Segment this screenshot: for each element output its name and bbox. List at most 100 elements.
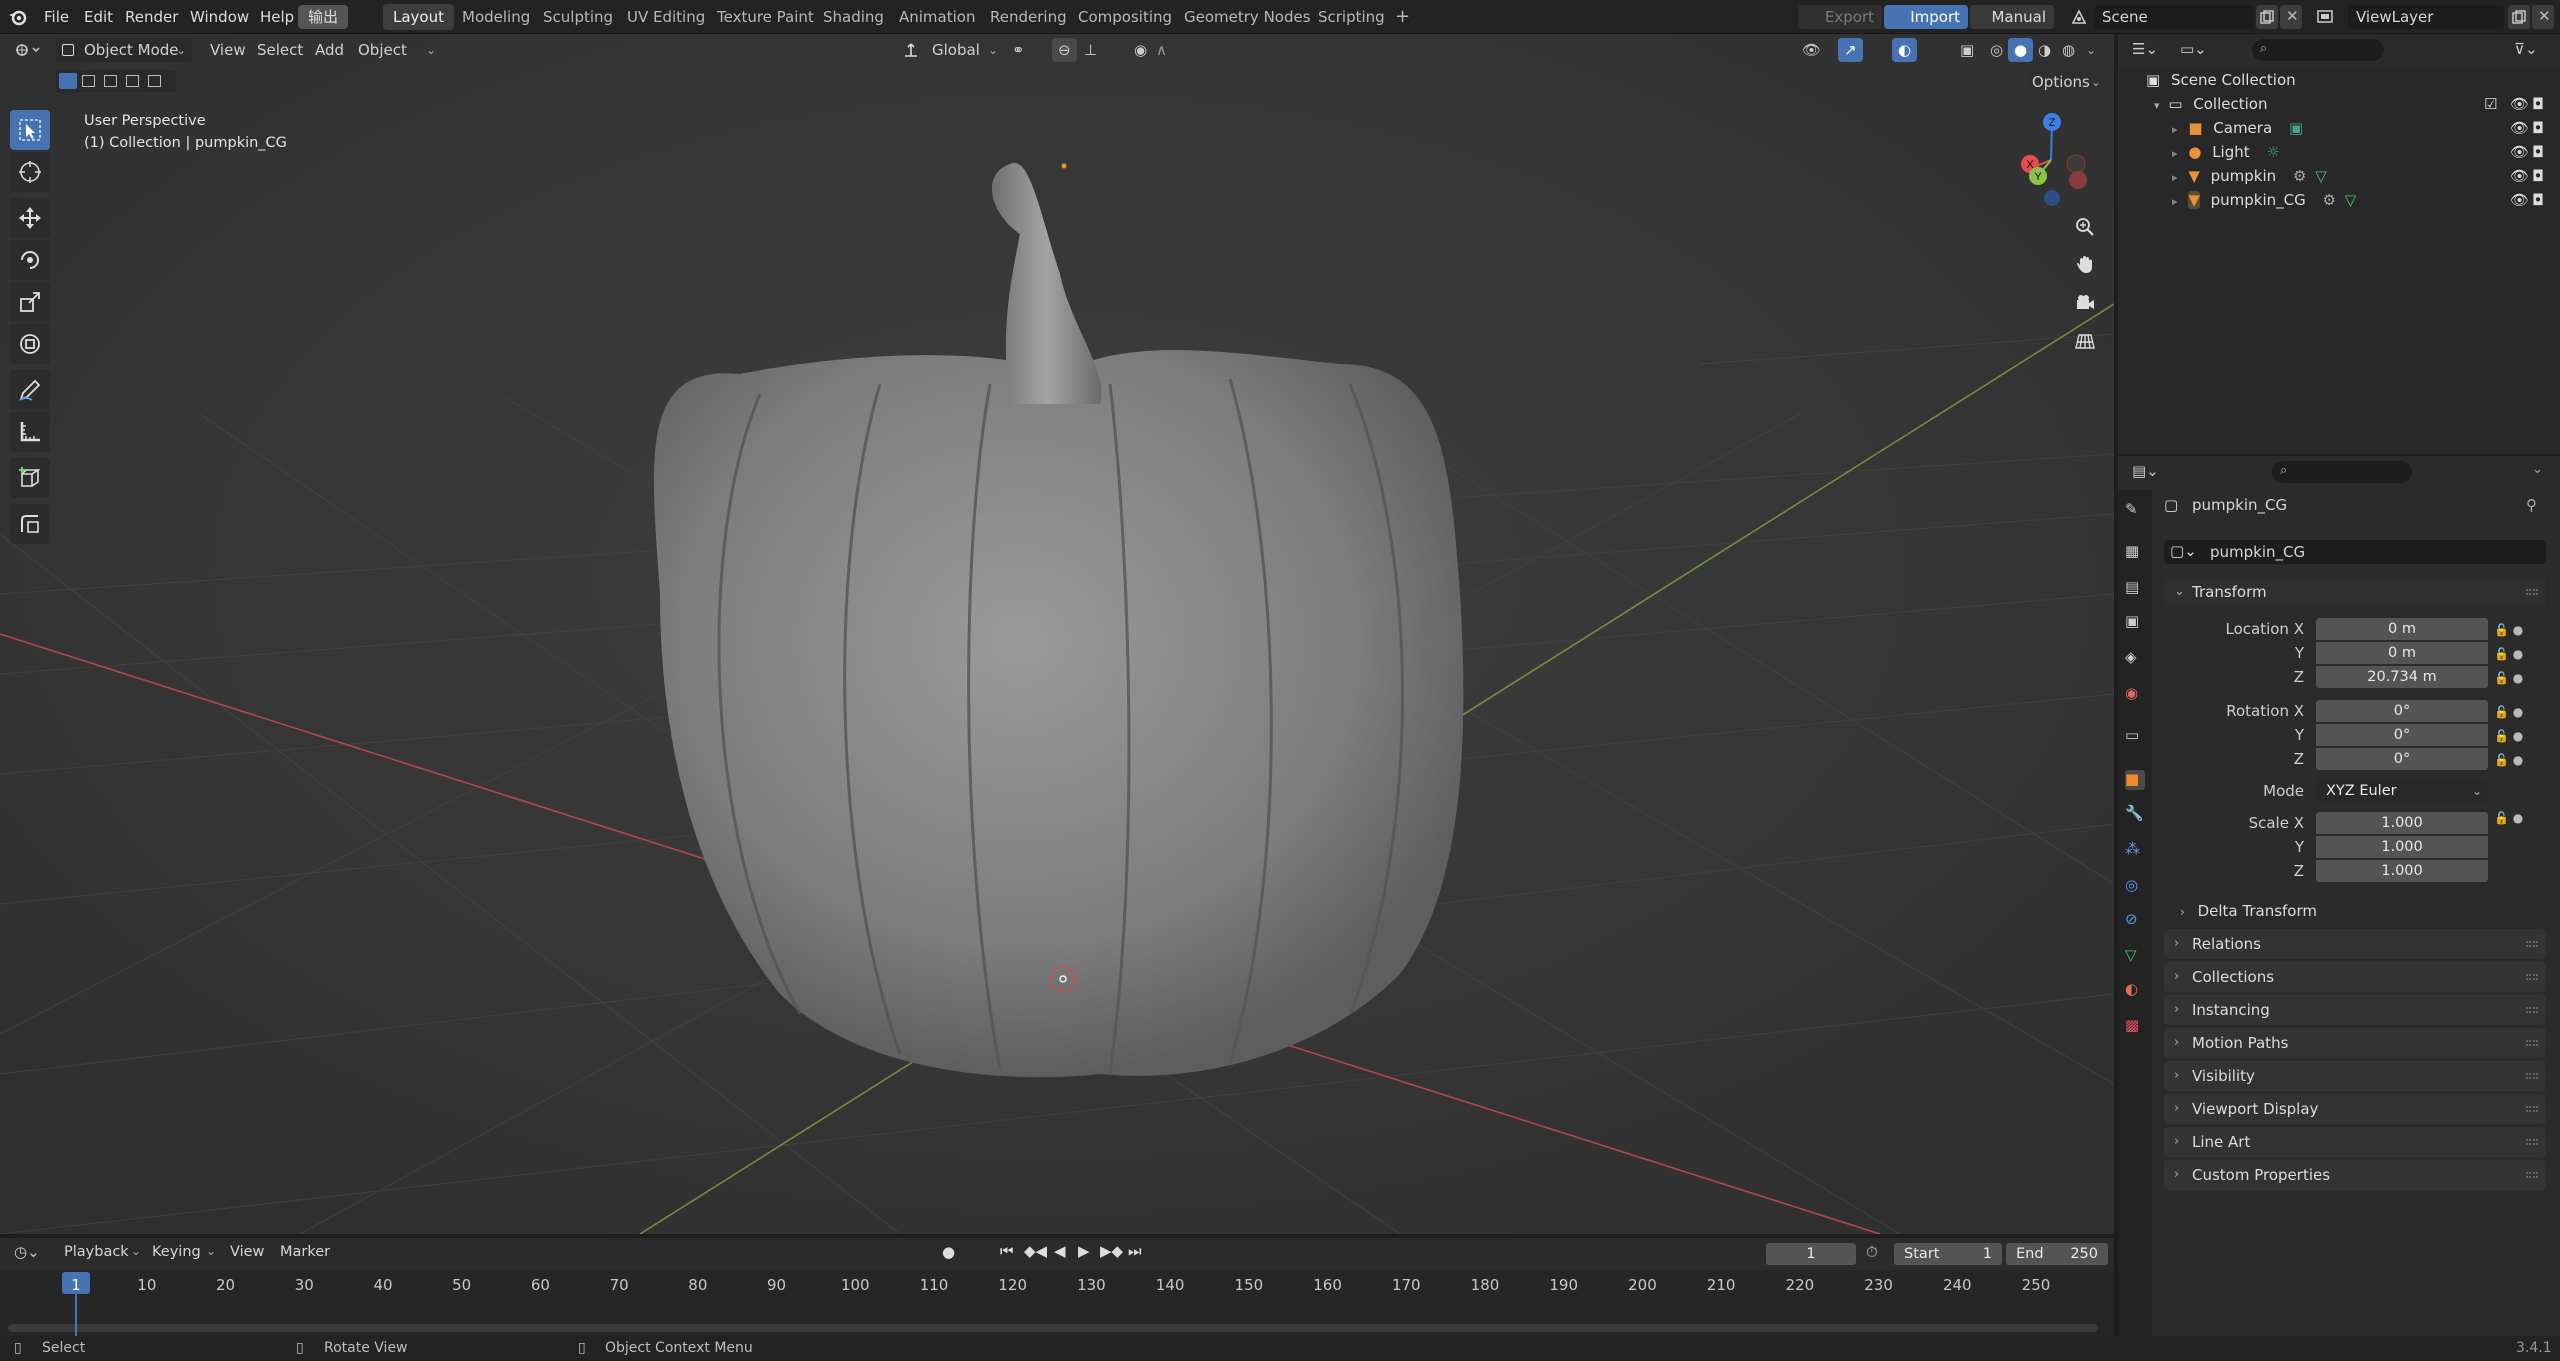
lock-icon[interactable]: 🔓 ● [2494, 748, 2534, 772]
tab-compositing[interactable]: Compositing [1068, 4, 1182, 30]
lock-icon[interactable]: 🔓 ● [2494, 618, 2534, 642]
lock-icon[interactable]: 🔓 ● [2494, 666, 2534, 690]
location-x-field[interactable]: 0 m [2316, 618, 2488, 640]
jump-end-icon[interactable]: ⏭ [1128, 1242, 1142, 1260]
location-z-field[interactable]: 20.734 m [2316, 666, 2488, 688]
menu-help[interactable]: Help [254, 5, 300, 29]
menu-window[interactable]: Window [184, 5, 255, 29]
view-layer-tab-icon[interactable]: ▣ [2125, 612, 2145, 632]
delta-transform-subpanel[interactable]: › Delta Transform [2180, 899, 2317, 923]
tab-rendering[interactable]: Rendering [980, 4, 1077, 30]
tab-sculpting[interactable]: Sculpting [533, 4, 623, 30]
particles-tab-icon[interactable]: ⁂ [2125, 840, 2145, 860]
outliner-editor-icon[interactable]: ☰⌄ [2132, 40, 2158, 58]
tab-texture-paint[interactable]: Texture Paint [707, 4, 824, 30]
physics-tab-icon[interactable]: ◎ [2125, 876, 2145, 896]
scene-tab-icon[interactable]: ◈ [2125, 648, 2145, 668]
jump-start-icon[interactable]: ⏮ [1000, 1242, 1014, 1260]
material-shading-icon[interactable]: ◑ [2032, 38, 2057, 62]
zoom-button[interactable] [2070, 212, 2100, 242]
select-extend-icon[interactable] [82, 75, 95, 87]
export-button[interactable]: Export [1798, 5, 1882, 29]
rotation-y-field[interactable]: 0° [2316, 724, 2488, 746]
editor-type-icon[interactable] [14, 42, 40, 58]
3d-viewport[interactable]: User Perspective (1) Collection | pumpki… [0, 34, 2114, 1234]
drag-handle-icon[interactable] [2526, 1073, 2538, 1079]
relations-panel-header[interactable]: › Relations [2164, 929, 2546, 959]
constraints-tab-icon[interactable]: ⊘ [2125, 910, 2145, 930]
drag-handle-icon[interactable] [2526, 589, 2538, 595]
select-box-tool[interactable] [10, 110, 50, 150]
delete-view-layer-button[interactable]: ✕ [2532, 5, 2554, 29]
drag-handle-icon[interactable] [2526, 1172, 2538, 1178]
selection-mode-group[interactable] [56, 70, 176, 92]
outliner-item-pumpkin[interactable]: ▸ ▼ pumpkin ⚙ ▽ 👁 ◘ [2172, 164, 2554, 188]
object-name-field[interactable]: ▢⌄ pumpkin_CG [2164, 540, 2546, 564]
drag-handle-icon[interactable] [2526, 1139, 2538, 1145]
scene-field[interactable]: Scene [2094, 5, 2254, 29]
eye-icon[interactable]: 👁 [2510, 188, 2529, 212]
chevron-down-icon[interactable]: ⌄ [2080, 38, 2102, 62]
output-tab-icon[interactable]: ▤ [2125, 578, 2145, 598]
outliner-collection[interactable]: ▾ ▭ Collection ☑ 👁 ◘ [2154, 92, 2554, 116]
blender-logo-icon[interactable] [8, 8, 28, 26]
tool-tab-icon[interactable]: ✎ [2125, 500, 2145, 520]
scale-tool[interactable] [10, 282, 50, 322]
new-view-layer-button[interactable] [2508, 5, 2530, 29]
select-subtract-icon[interactable] [104, 75, 117, 87]
snap-icon[interactable]: ⊖ [1052, 38, 1077, 62]
drag-handle-icon[interactable] [2526, 974, 2538, 980]
rotation-x-field[interactable]: 0° [2316, 700, 2488, 722]
view-layer-field[interactable]: ViewLayer [2348, 5, 2504, 29]
outliner-item-camera[interactable]: ▸ ■ Camera ▣ 👁 ◘ [2172, 116, 2554, 140]
visibility-icon[interactable]: 👁 [1796, 38, 1827, 62]
chevron-down-icon[interactable]: ⌄ [420, 38, 442, 62]
menu-object[interactable]: Object [352, 38, 413, 62]
menu-view[interactable]: View [204, 38, 252, 62]
play-icon[interactable]: ▶ [1078, 1242, 1090, 1260]
start-frame-field[interactable]: Start 1 [1894, 1243, 2002, 1265]
jump-keyframe-forward-icon[interactable]: ▶◆ [1100, 1242, 1123, 1260]
gizmo-toggle-icon[interactable]: ↗ [1838, 38, 1863, 62]
properties-editor-icon[interactable]: ▤⌄ [2132, 462, 2159, 480]
collection-tab-icon[interactable]: ▭ [2125, 726, 2145, 746]
data-tab-icon[interactable]: ▽ [2125, 946, 2145, 966]
eye-icon[interactable]: 👁 [2510, 116, 2529, 140]
menu-output[interactable]: 输出 [298, 5, 349, 29]
mode-dropdown[interactable]: Object Mode ⌄ [56, 38, 192, 62]
menu-timeline-view[interactable]: View [230, 1244, 264, 1260]
timeline-scrollbar[interactable] [8, 1324, 2098, 1332]
pan-button[interactable] [2070, 250, 2100, 280]
menu-render[interactable]: Render [119, 5, 184, 29]
lock-icon[interactable]: 🔓 ● [2494, 806, 2534, 830]
menu-add[interactable]: Add [309, 38, 350, 62]
rendered-shading-icon[interactable]: ◍ [2056, 38, 2081, 62]
stopwatch-icon[interactable]: ⏱ [1866, 1243, 1878, 1261]
select-new-icon[interactable] [59, 73, 77, 89]
record-icon[interactable]: ● [942, 1243, 955, 1261]
menu-playback[interactable]: Playback [64, 1244, 129, 1260]
drag-handle-icon[interactable] [2526, 1007, 2538, 1013]
line-art-panel-header[interactable]: › Line Art [2164, 1127, 2546, 1157]
camera-render-icon[interactable]: ◘ [2532, 140, 2544, 164]
outliner-item-pumpkin-cg[interactable]: ▸ ▼ pumpkin_CG ⚙ ▽ 👁 ◘ [2172, 188, 2554, 212]
drag-handle-icon[interactable] [2526, 1040, 2538, 1046]
tab-modeling[interactable]: Modeling [452, 4, 540, 30]
clock-icon[interactable]: ◷⌄ [14, 1243, 40, 1261]
delete-scene-button[interactable]: ✕ [2280, 5, 2302, 29]
chevron-down-icon[interactable]: ⌄ [2532, 462, 2543, 477]
collections-panel-header[interactable]: › Collections [2164, 962, 2546, 992]
instancing-panel-header[interactable]: › Instancing [2164, 995, 2546, 1025]
orientation-dropdown[interactable]: Global ⌄ [902, 38, 1002, 62]
menu-keying[interactable]: Keying [152, 1244, 201, 1260]
wireframe-shading-icon[interactable]: ◎ [1984, 38, 2009, 62]
filter-icon[interactable]: ⊽⌄ [2514, 40, 2538, 58]
rotation-z-field[interactable]: 0° [2316, 748, 2488, 770]
modifiers-tab-icon[interactable]: 🔧 [2125, 804, 2145, 824]
select-invert-icon[interactable] [126, 75, 139, 87]
extrude-tool[interactable] [10, 504, 50, 544]
object-tab-icon[interactable]: ■ [2125, 770, 2145, 790]
perspective-toggle-button[interactable] [2070, 326, 2100, 356]
eye-icon[interactable]: 👁 [2510, 164, 2529, 188]
display-mode-icon[interactable]: ▭⌄ [2180, 40, 2207, 58]
